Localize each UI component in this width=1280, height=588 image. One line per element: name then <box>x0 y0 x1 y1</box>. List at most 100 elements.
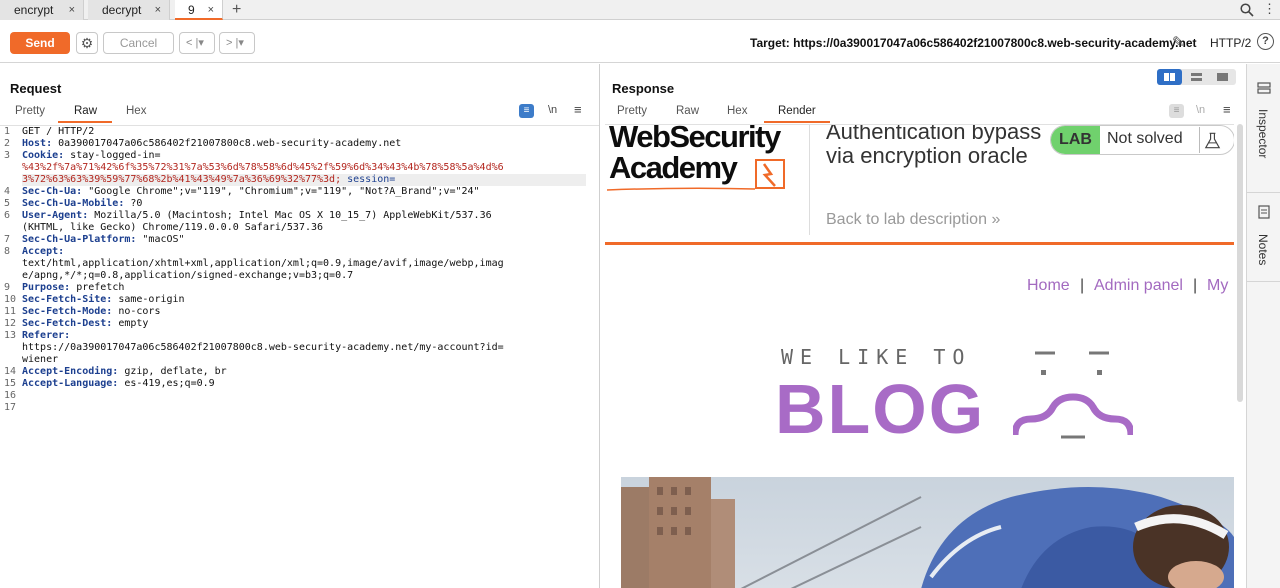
newline-toggle-icon[interactable]: \n <box>548 104 557 116</box>
header-name: User-Agent: <box>22 210 89 221</box>
tab-encrypt[interactable]: encrypt × <box>0 0 84 20</box>
render-scrollbar[interactable] <box>1237 124 1243 402</box>
tab-hex[interactable]: Hex <box>727 105 747 117</box>
inspector-icon[interactable] <box>1257 82 1271 94</box>
http-version-label[interactable]: HTTP/2 <box>1210 36 1251 50</box>
header-value: Mozilla/5.0 (Macintosh; Intel Mac OS X 1… <box>88 210 492 221</box>
active-tab-underline <box>764 121 830 123</box>
line-number <box>0 162 22 174</box>
header-name: Accept-Language: <box>22 378 119 389</box>
tab-9[interactable]: 9 × <box>175 0 223 20</box>
request-line: https://0a390017047a06c586402f21007800c8… <box>0 342 599 354</box>
active-tab-underline <box>58 121 112 123</box>
menu-icon[interactable]: ≡ <box>574 102 582 117</box>
inspector-tab[interactable]: Inspector <box>1256 109 1270 158</box>
tab-pretty[interactable]: Pretty <box>15 105 45 117</box>
close-icon[interactable]: × <box>69 0 75 20</box>
more-icon[interactable]: ⋮ <box>1263 1 1276 17</box>
header-value: empty <box>112 318 149 329</box>
tab-pretty[interactable]: Pretty <box>617 105 647 117</box>
close-icon[interactable]: × <box>208 0 214 20</box>
header-value: same-origin <box>112 294 185 305</box>
header-divider <box>809 125 810 235</box>
lab-pill: LAB <box>1051 126 1100 154</box>
line-number: 12 <box>4 318 17 329</box>
help-icon[interactable]: ? <box>1257 33 1274 50</box>
lab-status-badge: LAB Not solved <box>1050 125 1234 155</box>
header-name: Sec-Ch-Ua-Mobile: <box>22 198 125 209</box>
layout-single-icon[interactable] <box>1210 69 1235 85</box>
line-number: 17 <box>4 402 17 413</box>
back-to-lab-link[interactable]: Back to lab description » <box>826 211 1000 229</box>
header-value: "Google Chrome";v="119", "Chromium";v="1… <box>82 186 480 197</box>
send-button[interactable]: Send <box>10 32 70 54</box>
line-number: 2 <box>4 138 11 149</box>
cancel-button[interactable]: Cancel <box>103 32 174 54</box>
side-divider <box>1247 281 1280 282</box>
layout-split-icon[interactable] <box>1157 69 1182 85</box>
header-value: es-419,es;q=0.9 <box>118 378 215 389</box>
line-text: Sec-Fetch-Site: same-origin <box>22 294 586 306</box>
header-value: stay-logged-in= <box>64 150 161 161</box>
wrap-lines-icon[interactable]: ≡ <box>519 104 534 118</box>
request-line: 17 <box>0 402 599 414</box>
back-button[interactable]: < |▾ <box>179 32 215 54</box>
line-text: Sec-Fetch-Dest: empty <box>22 318 586 330</box>
layout-stack-icon[interactable] <box>1184 69 1209 85</box>
request-line: (KHTML, like Gecko) Chrome/119.0.0.0 Saf… <box>0 222 599 234</box>
tab-label: encrypt <box>14 3 54 17</box>
request-line: 1 GET / HTTP/2 <box>0 126 599 138</box>
tab-raw[interactable]: Raw <box>676 105 699 117</box>
tab-raw[interactable]: Raw <box>74 105 97 117</box>
menu-icon[interactable]: ≡ <box>1223 102 1231 117</box>
line-text: Purpose: prefetch <box>22 282 586 294</box>
close-icon[interactable]: × <box>155 0 161 20</box>
nav-home-link[interactable]: Home <box>1027 277 1070 295</box>
request-title: Request <box>10 81 62 96</box>
forward-button[interactable]: > |▾ <box>219 32 255 54</box>
tab-hex[interactable]: Hex <box>126 105 146 117</box>
header-value: no-cors <box>112 306 161 317</box>
line-text: Accept-Language: es-419,es;q=0.9 <box>22 378 586 390</box>
line-number <box>0 270 22 282</box>
line-number <box>0 222 22 234</box>
request-line: 11 Sec-Fetch-Mode: no-cors <box>0 306 599 318</box>
blog-post-image[interactable] <box>621 477 1234 588</box>
line-number: 13 <box>4 330 17 341</box>
notes-tab[interactable]: Notes <box>1256 234 1270 265</box>
logo-underline <box>606 187 756 191</box>
side-divider <box>1247 192 1280 193</box>
nav-my-account-link[interactable]: My <box>1207 277 1228 295</box>
line-text: Accept-Encoding: gzip, deflate, br <box>22 366 586 378</box>
search-icon[interactable] <box>1240 3 1254 17</box>
line-number: 6 <box>4 210 11 221</box>
line-text: %43%2f%7a%71%42%6f%35%72%31%7a%53%6d%78%… <box>22 162 586 174</box>
add-tab-button[interactable]: + <box>232 0 241 19</box>
request-line: 15 Accept-Language: es-419,es;q=0.9 <box>0 378 599 390</box>
header-value: ?0 <box>124 198 143 209</box>
wrap-lines-icon: ≡ <box>1169 104 1184 118</box>
header-name: Sec-Fetch-Site: <box>22 294 113 305</box>
header-value: 0a390017047a06c586402f21007800c8.web-sec… <box>52 138 402 149</box>
tab-render[interactable]: Render <box>778 105 816 117</box>
line-number: 15 <box>4 378 17 389</box>
lab-title: Authentication bypass via encryption ora… <box>826 124 1042 168</box>
tab-decrypt[interactable]: decrypt × <box>88 0 170 20</box>
notes-icon[interactable] <box>1258 205 1270 219</box>
render-view: WebSecurity Academy Authentication bypas… <box>605 124 1234 588</box>
request-line: 10 Sec-Fetch-Site: same-origin <box>0 294 599 306</box>
nav-admin-panel-link[interactable]: Admin panel <box>1094 277 1183 295</box>
pencil-icon[interactable]: ✎ <box>1172 33 1185 51</box>
gear-icon[interactable]: ⚙ <box>76 32 98 54</box>
line-number <box>0 354 22 366</box>
line-number: 4 <box>4 186 11 197</box>
lab-status-text: Not solved <box>1107 130 1183 147</box>
line-text: e/apng,*/*;q=0.8,application/signed-exch… <box>22 270 586 282</box>
request-line: wiener <box>0 354 599 366</box>
header-name: Sec-Ch-Ua: <box>22 186 83 197</box>
tab-label: decrypt <box>102 3 142 17</box>
line-text: Sec-Ch-Ua-Platform: "macOS" <box>22 234 586 246</box>
line-text: Cookie: stay-logged-in= <box>22 150 586 162</box>
line-number: 9 <box>4 282 11 293</box>
request-editor[interactable]: 1 GET / HTTP/2 2 Host: 0a390017047a06c58640… <box>0 125 599 588</box>
